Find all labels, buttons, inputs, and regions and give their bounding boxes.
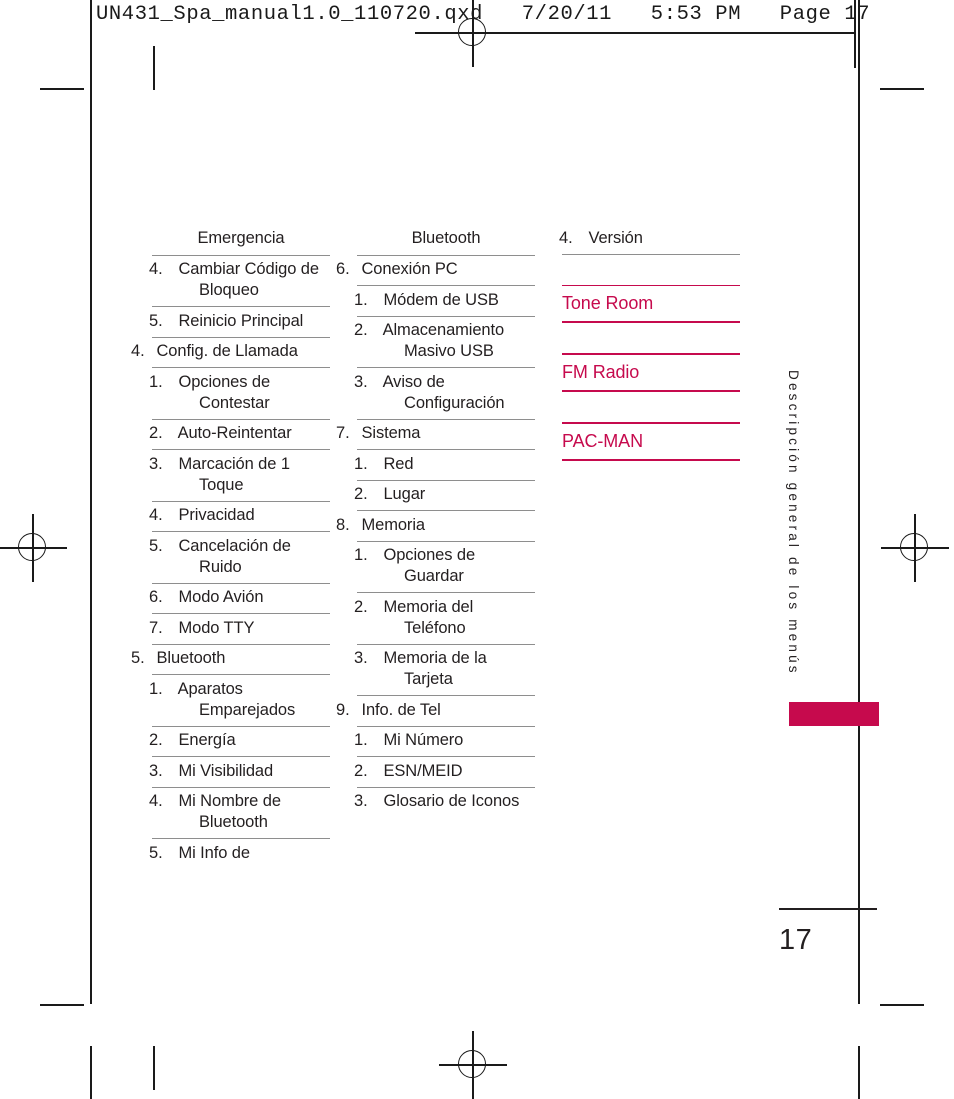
menu-item-label: Opciones de Guardar: [379, 546, 476, 585]
menu-item: 1. Mi Número: [354, 731, 464, 749]
menu-item-label: Memoria del Teléfono: [379, 597, 474, 637]
menu-section-heading: PAC-MAN: [562, 430, 643, 451]
menu-item: 5. Mi Info de: [149, 843, 250, 862]
menu-item: 5. Reinicio Principal: [149, 311, 304, 330]
menu-item-label: Glosario de Iconos: [379, 792, 520, 810]
menu-item: 2. Memoria del Teléfono: [354, 597, 474, 637]
menu-item-label: Conexión PC: [357, 260, 458, 278]
menu-item-label: Memoria: [357, 515, 425, 534]
menu-section-heading: Tone Room: [562, 293, 654, 314]
menu-item: 1. Opciones de Guardar: [354, 546, 476, 585]
menu-item-label: Aviso de Configuración: [379, 372, 505, 412]
menu-item: 3. Glosario de Iconos: [354, 792, 520, 810]
crop-mark-bottom-right-horizontal: [880, 1004, 924, 1006]
menu-item-label: Memoria de la Tarjeta: [379, 649, 487, 688]
menu-item-continuation: Emergencia: [197, 228, 285, 247]
menu-item: 2. Energía: [149, 731, 236, 749]
menu-item: 2. Auto-Reintentar: [149, 424, 292, 442]
menu-item-label: Privacidad: [174, 506, 255, 524]
menu-item-label: Mi Número: [379, 731, 464, 749]
menu-item-label: Marcación de 1 Toque: [174, 454, 290, 494]
menu-column-2: Bluetooth 6. Conexión PC 1. Módem de USB 2.…: [336, 224, 535, 817]
menu-separator-rule-accent: [562, 458, 740, 461]
crop-mark-top-right-vertical: [858, 0, 860, 68]
menu-item-label: Mi Info de: [174, 843, 250, 862]
header-rule-right: [473, 32, 855, 34]
menu-item: 4. Mi Nombre de Bluetooth: [149, 792, 281, 831]
menu-item: 7. Modo TTY: [149, 618, 255, 637]
menu-item: 7. Sistema: [336, 424, 421, 442]
menu-item: 4. Cambiar Código de Bloqueo: [149, 260, 319, 299]
crop-mark-top-left-horizontal: [40, 88, 84, 90]
crop-mark-bottom-left-horizontal: [40, 1004, 84, 1006]
page-frame-left-bottom: [90, 1046, 92, 1099]
menu-section-heading: FM Radio: [562, 362, 640, 383]
menu-item-label: Energía: [174, 731, 236, 749]
menu-item-label: Sistema: [357, 424, 421, 442]
page-number-rule: [779, 908, 877, 910]
menu-item-label: Lugar: [379, 485, 426, 503]
menu-item: 3. Aviso de Configuración: [354, 372, 505, 412]
menu-item-label: Red: [379, 454, 414, 473]
menu-item: 3. Marcación de 1 Toque: [149, 454, 290, 494]
menu-item-label: Almacenamiento Masivo USB: [379, 321, 505, 360]
side-tab-color-block: [789, 702, 879, 726]
page-frame-right-bottom: [858, 1046, 860, 1099]
menu-item: 2. ESN/MEID: [354, 761, 463, 780]
menu-item-label: Config. de Llamada: [152, 342, 298, 360]
menu-item: 2. Almacenamiento Masivo USB: [354, 321, 505, 360]
menu-item: 1. Red: [354, 454, 414, 473]
menu-item: 4. Config. de Llamada: [131, 342, 298, 360]
menu-item-label: Reinicio Principal: [174, 311, 304, 330]
menu-item-label: Aparatos Emparejados: [174, 679, 296, 719]
menu-item: 2. Lugar: [354, 485, 426, 503]
menu-item: 3. Memoria de la Tarjeta: [354, 649, 487, 688]
menu-spacer: [562, 323, 740, 353]
menu-item-label: Bluetooth: [152, 649, 226, 667]
menu-column-1: Emergencia 4. Cambiar Código de Bloqueo 5.…: [131, 224, 330, 869]
menu-item-label: Módem de USB: [379, 290, 499, 309]
crop-mark-top-right-horizontal: [880, 88, 924, 90]
crop-mark-top-left-vertical: [153, 46, 155, 90]
menu-item-label: Mi Visibilidad: [174, 761, 274, 780]
menu-item-label: Auto-Reintentar: [174, 424, 292, 442]
crop-mark-bottom-left-vertical: [153, 1046, 155, 1090]
menu-item-label: Cambiar Código de Bloqueo: [174, 260, 319, 299]
menu-item: 6. Conexión PC: [336, 260, 458, 278]
side-tab-label: Descripción general de los menús: [786, 370, 801, 676]
menu-item-label: Info. de Tel: [357, 700, 441, 719]
menu-item-label: Modo TTY: [174, 618, 255, 637]
menu-item: 3. Mi Visibilidad: [149, 761, 274, 780]
header-frame-left: [90, 0, 92, 68]
menu-item: 4. Privacidad: [149, 506, 255, 524]
page-number: 17: [779, 924, 813, 956]
menu-item: 9. Info. de Tel: [336, 700, 441, 719]
menu-item-label: Mi Nombre de Bluetooth: [174, 792, 281, 831]
menu-item: 5. Bluetooth: [131, 649, 226, 667]
menu-item-label: ESN/MEID: [379, 761, 463, 780]
menu-item-continuation: Bluetooth: [411, 228, 481, 247]
page-frame-right: [858, 68, 860, 1004]
menu-spacer: [562, 255, 740, 285]
menu-item: 4. Versión: [559, 228, 643, 247]
menu-item: 1. Opciones de Contestar: [149, 372, 271, 412]
menu-item: 1. Módem de USB: [354, 290, 499, 309]
menu-item-label: Cancelación de Ruido: [174, 536, 291, 576]
menu-column-3: 4. Versión Tone Room FM Radio PAC-MAN: [559, 224, 740, 461]
menu-item-label: Modo Avión: [174, 588, 264, 606]
menu-item: 1. Aparatos Emparejados: [149, 679, 296, 719]
menu-item: 6. Modo Avión: [149, 588, 264, 606]
menu-spacer: [562, 392, 740, 422]
page-frame-left: [90, 68, 92, 1004]
menu-item: 5. Cancelación de Ruido: [149, 536, 291, 576]
menu-item-label: Opciones de Contestar: [174, 372, 271, 412]
menu-item-label: Versión: [584, 228, 643, 247]
menu-item: 8. Memoria: [336, 515, 425, 534]
